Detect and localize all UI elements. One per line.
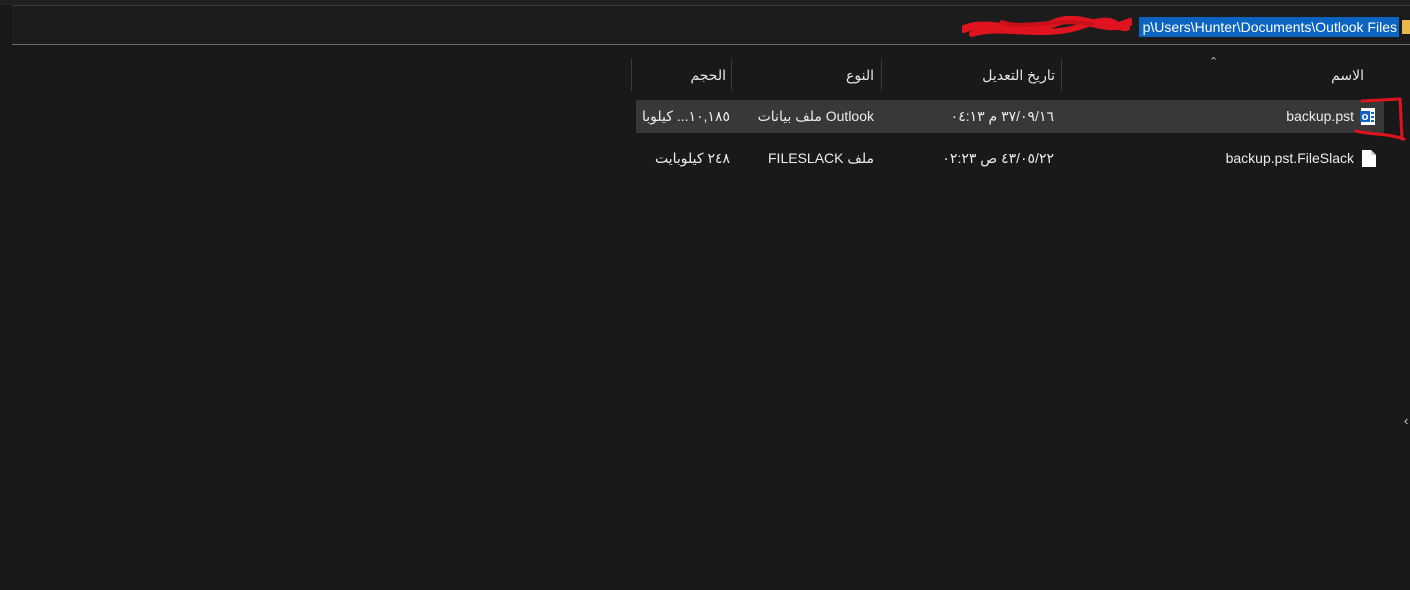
file-size: ١٠,١٨٥... كيلوبا	[642, 108, 730, 124]
column-headers: الحجم النوع تاريخ التعديل ⌃ الاسم	[0, 56, 1410, 91]
column-header-size[interactable]: الحجم	[640, 59, 726, 91]
address-bar[interactable]: p\Users\Hunter\Documents\Outlook Files	[12, 5, 1410, 45]
file-type: Outlook ملف بيانات	[757, 108, 874, 124]
file-modified: ٣٧/٠٩/١٦ م ٠٤:١٣	[950, 108, 1054, 124]
column-separator[interactable]	[631, 59, 632, 91]
address-path-text[interactable]: p\Users\Hunter\Documents\Outlook Files	[1138, 17, 1399, 37]
file-name[interactable]: backup.pst	[1156, 100, 1354, 133]
folder-icon	[1402, 20, 1410, 34]
redaction-scribble	[962, 16, 1132, 37]
file-size: ٢٤٨ كيلوبايت	[654, 150, 730, 166]
column-separator[interactable]	[1061, 59, 1062, 91]
column-header-type[interactable]: النوع	[736, 59, 874, 91]
generic-file-icon	[1362, 150, 1376, 167]
column-header-name[interactable]: الاسم	[1066, 59, 1364, 91]
column-separator[interactable]	[881, 59, 882, 91]
column-separator[interactable]	[731, 59, 732, 91]
file-name[interactable]: backup.pst.FileSlack	[1156, 142, 1354, 175]
file-type: ملف FILESLACK	[768, 150, 874, 166]
side-edge-glyph: ‹	[1404, 413, 1409, 428]
file-row-backup-pst-fileslack[interactable]: ٢٤٨ كيلوبايت ملف FILESLACK ٤٣/٠٥/٢٢ ص ٠٢…	[636, 142, 1384, 175]
column-header-modified[interactable]: تاريخ التعديل	[886, 59, 1055, 91]
annotation-red-bracket	[1354, 97, 1406, 141]
file-row-backup-pst[interactable]: ١٠,١٨٥... كيلوبا Outlook ملف بيانات ٣٧/٠…	[636, 100, 1384, 133]
file-modified: ٤٣/٠٥/٢٢ ص ٠٢:٢٣	[942, 150, 1054, 166]
